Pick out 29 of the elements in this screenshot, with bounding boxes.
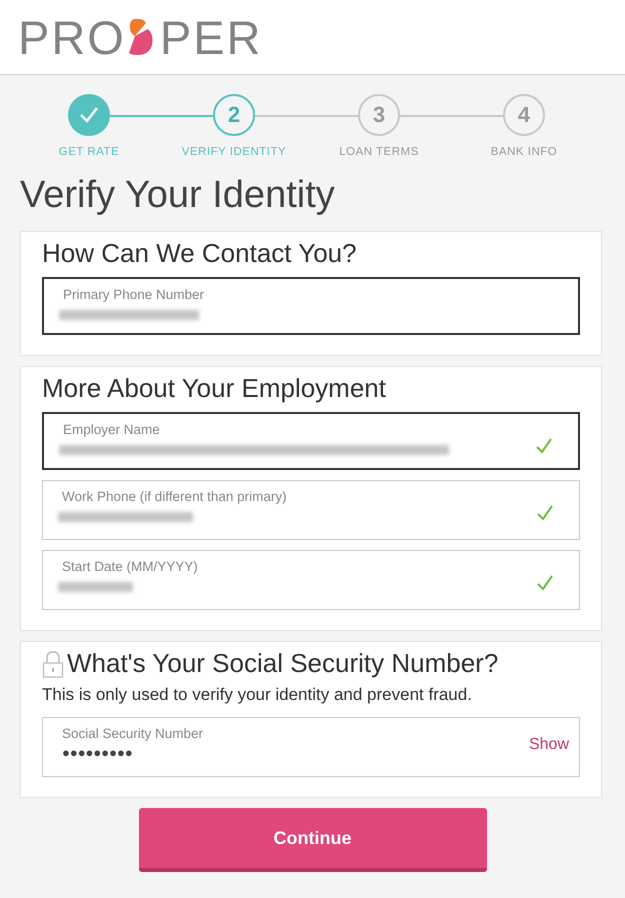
- input-field[interactable]: Social Security Number ●●●●●●●●● Show: [42, 717, 580, 777]
- input-field[interactable]: Primary Phone Number: [42, 277, 580, 335]
- input-field[interactable]: Employer Name: [42, 412, 580, 470]
- logo-text: PER: [160, 14, 262, 60]
- logo-text: PRO: [18, 14, 126, 60]
- step-indicator[interactable]: [68, 94, 110, 136]
- input-field[interactable]: Work Phone (if different than primary): [42, 480, 580, 540]
- field-label: Social Security Number: [62, 726, 204, 741]
- section-heading: More About Your Employment: [42, 373, 386, 404]
- step-label: BANK INFO: [490, 146, 558, 158]
- field-label: Start Date (MM/YYYY): [62, 559, 199, 574]
- step-label: VERIFY IDENTITY: [182, 146, 286, 158]
- page-title: Verify Your Identity: [20, 174, 336, 217]
- step-indicator[interactable]: 4: [503, 94, 545, 136]
- step-label: LOAN TERMS: [339, 146, 419, 158]
- field-value: ●●●●●●●●●: [62, 745, 134, 760]
- step-label: GET RATE: [58, 146, 120, 158]
- field-label: Work Phone (if different than primary): [62, 489, 288, 504]
- section-description: This is only used to verify your identity and prevent fraud.: [42, 685, 473, 705]
- step-indicator[interactable]: 3: [358, 94, 400, 136]
- check-icon: [79, 106, 99, 124]
- field-label: Primary Phone Number: [63, 287, 206, 302]
- input-field[interactable]: Start Date (MM/YYYY): [42, 550, 580, 610]
- show-link[interactable]: Show: [528, 736, 569, 754]
- step-indicator[interactable]: 2: [213, 94, 255, 136]
- section-heading: How Can We Contact You?: [42, 238, 357, 269]
- field-label: Employer Name: [63, 422, 161, 437]
- continue-button[interactable]: Continue: [138, 808, 486, 872]
- section-heading: What's Your Social Security Number?: [67, 648, 498, 679]
